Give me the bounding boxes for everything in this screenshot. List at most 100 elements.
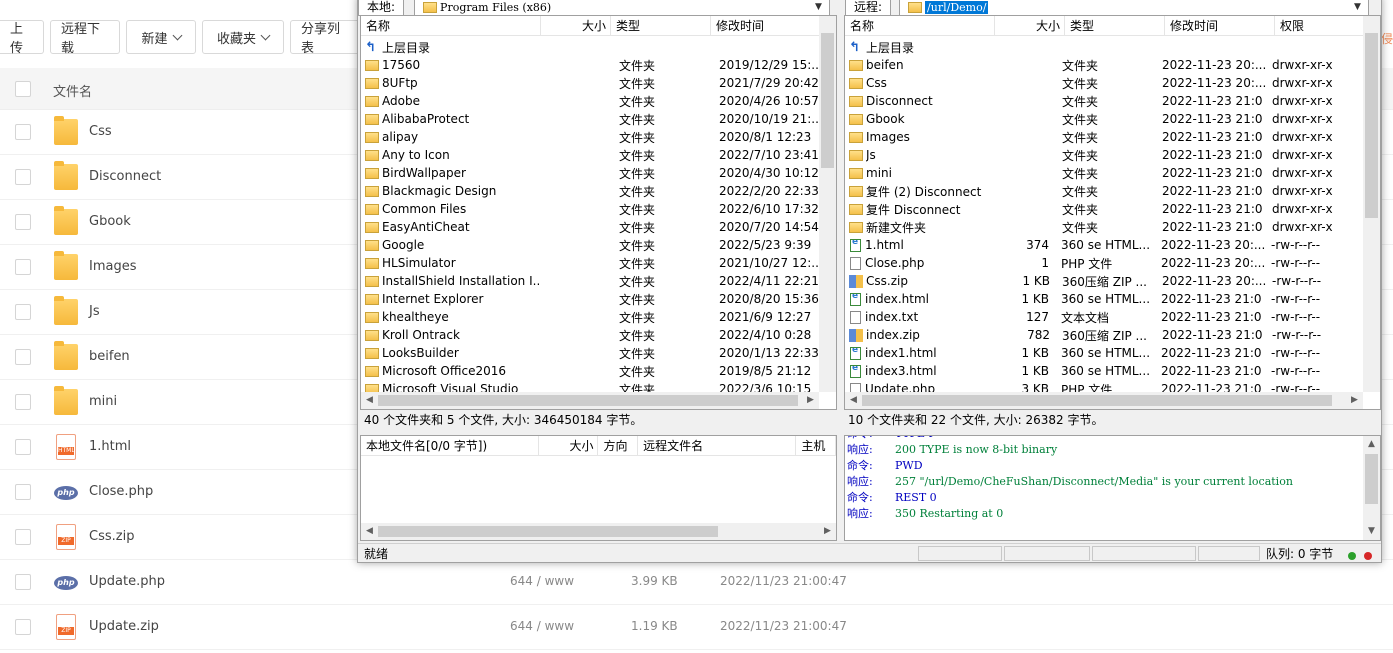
col-type[interactable]: 类型 bbox=[1065, 16, 1165, 35]
list-item[interactable]: Close.php 1 PHP 文件 2022-11-23 20:... -rw… bbox=[845, 254, 1342, 272]
list-item[interactable]: Images 文件夹 2022-11-23 21:0 drwxr-xr-x bbox=[845, 128, 1342, 146]
file-name[interactable]: Css bbox=[89, 124, 112, 139]
list-item[interactable]: InstallShield Installation I... 文件夹 2022… bbox=[361, 272, 819, 290]
list-item[interactable]: 17560 文件夹 2019/12/29 15:... bbox=[361, 56, 819, 74]
list-item[interactable]: khealtheye 文件夹 2021/6/9 12:27 bbox=[361, 308, 819, 326]
list-item[interactable]: LooksBuilder 文件夹 2020/1/13 22:33 bbox=[361, 344, 819, 362]
list-item[interactable]: Js 文件夹 2022-11-23 21:0 drwxr-xr-x bbox=[845, 146, 1342, 164]
file-name[interactable]: Css.zip bbox=[89, 529, 134, 544]
file-name[interactable]: mini bbox=[89, 394, 117, 409]
list-item[interactable]: 复件 (2) Disconnect 文件夹 2022-11-23 21:0 dr… bbox=[845, 182, 1342, 200]
remote-horizontal-scrollbar[interactable]: ◀ ▶ bbox=[845, 392, 1363, 409]
file-name[interactable]: Close.php bbox=[89, 484, 153, 499]
scroll-thumb[interactable] bbox=[378, 395, 798, 406]
list-item[interactable]: index3.html 1 KB 360 se HTML... 2022-11-… bbox=[845, 362, 1342, 380]
parent-directory-item[interactable]: ↰ 上层目录 bbox=[845, 38, 1342, 56]
col-modified[interactable]: 修改时间 bbox=[1165, 16, 1275, 35]
remote-download-button[interactable]: 远程下载 bbox=[50, 20, 120, 56]
file-permission[interactable]: 644 / www bbox=[510, 619, 574, 633]
col-remote-file[interactable]: 远程文件名 bbox=[638, 436, 797, 455]
remote-vertical-scrollbar[interactable] bbox=[1363, 16, 1380, 392]
col-size[interactable]: 大小 bbox=[995, 16, 1065, 35]
scroll-up-icon[interactable]: ▲ bbox=[1363, 436, 1380, 453]
file-name[interactable]: Images bbox=[89, 259, 137, 274]
local-vertical-scrollbar[interactable] bbox=[819, 16, 836, 392]
scroll-thumb[interactable] bbox=[378, 526, 718, 537]
col-local-file[interactable]: 本地文件名[0/0 字节]) bbox=[361, 436, 540, 455]
list-item[interactable]: Common Files 文件夹 2022/6/10 17:32 bbox=[361, 200, 819, 218]
list-item[interactable]: index.zip 782 360压缩 ZIP ... 2022-11-23 2… bbox=[845, 326, 1342, 344]
list-item[interactable]: Css 文件夹 2022-11-23 20:... drwxr-xr-x bbox=[845, 74, 1342, 92]
file-name[interactable]: 1.html bbox=[89, 439, 131, 454]
list-item[interactable]: EasyAntiCheat 文件夹 2020/7/20 14:54 bbox=[361, 218, 819, 236]
local-horizontal-scrollbar[interactable]: ◀ ▶ bbox=[361, 392, 819, 409]
file-name[interactable]: Disconnect bbox=[89, 169, 161, 184]
row-checkbox[interactable] bbox=[15, 304, 31, 320]
parent-directory-item[interactable]: ↰ 上层目录 bbox=[361, 38, 819, 56]
scroll-thumb[interactable] bbox=[1365, 454, 1378, 504]
list-item[interactable]: index.html 1 KB 360 se HTML... 2022-11-2… bbox=[845, 290, 1342, 308]
list-item[interactable]: alipay 文件夹 2020/8/1 12:23 bbox=[361, 128, 819, 146]
upload-button[interactable]: 上传 bbox=[0, 20, 44, 56]
file-name[interactable]: Gbook bbox=[89, 214, 131, 229]
list-item[interactable]: 复件 Disconnect 文件夹 2022-11-23 21:0 drwxr-… bbox=[845, 200, 1342, 218]
list-item[interactable]: AlibabaProtect 文件夹 2020/10/19 21:... bbox=[361, 110, 819, 128]
col-direction[interactable]: 方向 bbox=[598, 436, 639, 455]
list-item[interactable]: Google 文件夹 2022/5/23 9:39 bbox=[361, 236, 819, 254]
list-item[interactable]: HLSimulator 文件夹 2021/10/27 12:... bbox=[361, 254, 819, 272]
col-modified[interactable]: 修改时间 bbox=[711, 16, 821, 35]
scroll-left-icon[interactable]: ◀ bbox=[845, 392, 862, 409]
scroll-left-icon[interactable]: ◀ bbox=[361, 523, 378, 540]
list-item[interactable]: 8UFtp 文件夹 2021/7/29 20:42 bbox=[361, 74, 819, 92]
queue-horizontal-scrollbar[interactable]: ◀ ▶ bbox=[361, 523, 836, 540]
select-all-checkbox[interactable] bbox=[15, 81, 31, 97]
list-item[interactable]: index1.html 1 KB 360 se HTML... 2022-11-… bbox=[845, 344, 1342, 362]
favorites-button[interactable]: 收藏夹 bbox=[202, 20, 284, 54]
list-item[interactable]: index.txt 127 文本文档 2022-11-23 21:0 -rw-r… bbox=[845, 308, 1342, 326]
col-size[interactable]: 大小 bbox=[541, 16, 611, 35]
local-path-input[interactable]: Program Files (x86) ▼ bbox=[414, 0, 831, 16]
list-item[interactable]: Adobe 文件夹 2020/4/26 10:57 bbox=[361, 92, 819, 110]
scroll-down-icon[interactable]: ▼ bbox=[1363, 523, 1380, 540]
list-item[interactable]: Any to Icon 文件夹 2022/7/10 23:41 bbox=[361, 146, 819, 164]
row-checkbox[interactable] bbox=[15, 214, 31, 230]
list-item[interactable]: 新建文件夹 文件夹 2022-11-23 21:0 drwxr-xr-x bbox=[845, 218, 1342, 236]
list-item[interactable]: Disconnect 文件夹 2022-11-23 21:0 drwxr-xr-… bbox=[845, 92, 1342, 110]
list-item[interactable]: Kroll Ontrack 文件夹 2022/4/10 0:28 bbox=[361, 326, 819, 344]
scroll-thumb[interactable] bbox=[821, 33, 834, 168]
row-checkbox[interactable] bbox=[15, 484, 31, 500]
row-checkbox[interactable] bbox=[15, 439, 31, 455]
remote-path-input[interactable]: /url/Demo/ ▼ bbox=[899, 0, 1370, 16]
row-checkbox[interactable] bbox=[15, 619, 31, 635]
scroll-right-icon[interactable]: ▶ bbox=[1346, 392, 1363, 409]
list-item[interactable]: beifen 文件夹 2022-11-23 20:... drwxr-xr-x bbox=[845, 56, 1342, 74]
list-item[interactable]: BirdWallpaper 文件夹 2020/4/30 10:12 bbox=[361, 164, 819, 182]
col-permission[interactable]: 权限 bbox=[1275, 16, 1365, 35]
row-checkbox[interactable] bbox=[15, 169, 31, 185]
col-size[interactable]: 大小 bbox=[539, 436, 599, 455]
row-checkbox[interactable] bbox=[15, 349, 31, 365]
log-vertical-scrollbar[interactable]: ▲ ▼ bbox=[1363, 436, 1380, 540]
col-host[interactable]: 主机 bbox=[796, 436, 836, 455]
file-name[interactable]: Update.zip bbox=[89, 619, 159, 634]
col-name[interactable]: 名称 bbox=[361, 16, 541, 35]
scroll-right-icon[interactable]: ▶ bbox=[802, 392, 819, 409]
list-item[interactable]: Blackmagic Design 文件夹 2022/2/20 22:33 bbox=[361, 182, 819, 200]
file-permission[interactable]: 644 / www bbox=[510, 574, 574, 588]
list-item[interactable]: Css.zip 1 KB 360压缩 ZIP ... 2022-11-23 20… bbox=[845, 272, 1342, 290]
file-name[interactable]: Js bbox=[89, 304, 100, 319]
list-item[interactable]: mini 文件夹 2022-11-23 21:0 drwxr-xr-x bbox=[845, 164, 1342, 182]
list-item[interactable]: Microsoft Office2016 文件夹 2019/8/5 21:12 bbox=[361, 362, 819, 380]
row-checkbox[interactable] bbox=[15, 529, 31, 545]
col-name[interactable]: 名称 bbox=[845, 16, 995, 35]
scroll-left-icon[interactable]: ◀ bbox=[361, 392, 378, 409]
column-filename[interactable]: 文件名 bbox=[53, 81, 92, 100]
scroll-right-icon[interactable]: ▶ bbox=[819, 523, 836, 540]
row-checkbox[interactable] bbox=[15, 124, 31, 140]
col-type[interactable]: 类型 bbox=[611, 16, 711, 35]
list-item[interactable]: 1.html 374 360 se HTML... 2022-11-23 20:… bbox=[845, 236, 1342, 254]
share-list-button[interactable]: 分享列表 bbox=[290, 20, 362, 56]
table-row[interactable]: php Update.php 644 / www 3.99 KB 2022/11… bbox=[0, 560, 1393, 605]
file-name[interactable]: beifen bbox=[89, 349, 130, 364]
scroll-thumb[interactable] bbox=[862, 395, 1332, 406]
